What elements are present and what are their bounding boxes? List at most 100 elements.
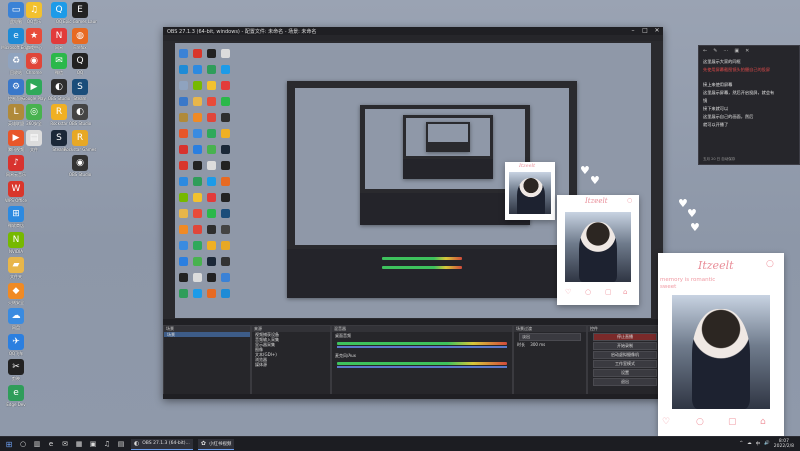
preview-shortcut-icon <box>221 273 230 282</box>
clock[interactable]: 8:07 2022/2/8 <box>774 439 794 449</box>
minimize-icon[interactable]: – <box>627 27 639 35</box>
studio-mode-button[interactable]: 工作室模式 <box>593 360 657 368</box>
taskbar-app-button[interactable]: ✿ 小红书视频 <box>197 438 235 450</box>
tray-icon[interactable]: 中 <box>756 441 761 447</box>
shortcut-label: QQ <box>76 70 84 75</box>
preview-shortcut-icon <box>207 241 216 250</box>
shortcut-label: Epic Games Launcher <box>63 19 97 24</box>
app-icon: E <box>72 2 88 18</box>
desktop-shortcut[interactable]: ◉ OBS Studio <box>64 155 96 185</box>
preview-shortcut-icon <box>221 145 230 154</box>
nested-preview-canvas-3 <box>406 118 490 156</box>
tray-icon[interactable]: 🔊 <box>764 441 770 447</box>
nested-docks-3 <box>403 159 493 179</box>
preview-shortcut-icon <box>207 193 216 202</box>
desktop: OBS 27.1.3 (64-bit, windows) - 配置文件: 未命名… <box>0 0 800 436</box>
note-line: 接下来就可以 <box>703 106 729 111</box>
preview-shortcut-icon <box>207 81 216 90</box>
preview-shortcut-icon <box>221 209 230 218</box>
mixer-track-name: 麦克风/Aux <box>335 353 356 358</box>
pinned-app-icon[interactable]: e <box>46 439 56 449</box>
shortcut-label: Edge Dev <box>6 401 26 407</box>
preview-shortcut-icon <box>207 49 216 58</box>
preview-shortcut-icon <box>193 65 202 74</box>
start-recording-button[interactable]: 开始录制 <box>593 342 657 350</box>
preview-shortcut-icon <box>221 81 230 90</box>
app-icon: ◐ <box>72 104 88 120</box>
note-toolbar-icon[interactable]: ✕ <box>745 48 749 56</box>
volume-meter <box>337 342 507 345</box>
app-icon: ✿ <box>200 440 206 447</box>
shortcut-label: 剪映 <box>12 376 20 381</box>
tray-icon[interactable]: ^ <box>739 441 743 447</box>
card-photo <box>565 212 631 282</box>
pinned-app-icon[interactable]: ▦ <box>74 439 84 449</box>
pinned-app-icon[interactable]: ▥ <box>32 439 42 449</box>
photo-card-tiny: Itzeelt <box>505 162 555 220</box>
note-toolbar-icon[interactable]: ⋯ <box>723 48 728 56</box>
note-toolbar-icon[interactable]: ✎ <box>713 48 717 56</box>
shortcut-label: OBS Studio <box>68 121 92 126</box>
stop-streaming-button[interactable]: 停止直播 <box>593 333 657 341</box>
preview-shortcut-icon <box>193 289 202 298</box>
taskbar-app-button[interactable]: ◐ OBS 27.1.3 (64-bit)... <box>131 438 193 450</box>
close-icon[interactable]: ✕ <box>651 27 663 35</box>
pinned-app-icon[interactable]: ○ <box>18 439 28 449</box>
nested-preview-canvas-2 <box>365 109 525 189</box>
pinned-app-icon[interactable]: ✉ <box>60 439 70 449</box>
card-subcaption: sweet <box>660 284 677 290</box>
note-toolbar-icon[interactable]: ← <box>703 48 707 56</box>
open-apps: ◐ OBS 27.1.3 (64-bit)... ✿ 小红书视频 <box>126 438 235 450</box>
app-icon: ◐ <box>134 440 140 447</box>
preview-shortcut-icon <box>193 145 202 154</box>
pinned-app-icon[interactable]: ▣ <box>88 439 98 449</box>
sources-dock: 来源 视频捕获设备 音频输入采集 显示器采集 图像 文本(GDI+) 浏览器 媒体源 <box>251 325 331 399</box>
preview-shortcut-icon <box>179 97 188 106</box>
source-item[interactable]: 媒体源 <box>252 362 330 367</box>
start-menu-icon[interactable]: ⊞ <box>4 439 14 449</box>
transition-type-select[interactable]: 淡出 <box>519 333 581 341</box>
search-icon: ○ <box>696 417 704 427</box>
note-line: 这里展示大家的同框 <box>703 59 741 64</box>
app-icon: ◉ <box>72 155 88 171</box>
settings-button[interactable]: 设置 <box>593 369 657 377</box>
scene-item[interactable]: 场景 <box>164 332 250 337</box>
app-icon: ◆ <box>8 282 24 299</box>
transition-duration[interactable]: 时长 300 ms <box>514 342 586 347</box>
card-brand: Itzeelt <box>585 197 608 205</box>
app-icon: ▤ <box>26 129 42 146</box>
tray-icon[interactable]: ☁ <box>747 441 752 447</box>
preview-shortcut-icon <box>193 193 202 202</box>
app-icon: ◉ <box>26 53 42 69</box>
app-icon: ▰ <box>8 257 24 273</box>
volume-slider[interactable] <box>337 366 507 368</box>
search-icon: ○ <box>766 259 774 269</box>
card-caption: memory is romantic <box>660 277 716 283</box>
note-toolbar-icon[interactable]: ▣ <box>734 48 739 56</box>
obs-status-bar <box>163 394 663 399</box>
pinned-app-icon[interactable]: ♫ <box>102 439 112 449</box>
volume-meter <box>337 362 507 365</box>
preview-shortcut-icon <box>193 161 202 170</box>
desktop-shortcut[interactable]: e Edge Dev <box>0 384 32 415</box>
app-label: 小红书视频 <box>208 441 232 447</box>
shortcut-label: 网盘 <box>12 325 20 330</box>
controls-dock: 控件 停止直播 开始录制 启动虚拟摄像机 工作室模式 设置 退出 <box>587 325 663 399</box>
sticky-note-window[interactable]: ← ✎ ⋯ ▣ ✕ 这里展示大家的同框 先使用屏幕截图镜头拍摄自己的投屏 接上来使用屏幕 这里… <box>698 45 800 165</box>
pinned-app-icon[interactable]: ▤ <box>116 439 126 449</box>
duration-value[interactable]: 300 ms <box>530 342 545 347</box>
shortcut-label: 网易云音乐 <box>6 172 26 177</box>
obs-dock-area: 场景 场景 来源 视频捕获设备 音频输入采集 显示器采集 图像 文本(GDI+) 浏览器媒… <box>163 325 663 399</box>
volume-slider[interactable] <box>337 346 507 348</box>
photo-card-small: Itzeelt ○ ♡ ○ ▢ ⌂ <box>557 195 639 305</box>
start-virtual-camera-button[interactable]: 启动虚拟摄像机 <box>593 351 657 359</box>
maximize-icon[interactable]: □ <box>639 27 651 35</box>
preview-shortcut-icon <box>221 65 230 74</box>
mixer-header: 混音器 <box>332 326 512 332</box>
obs-title-bar[interactable]: OBS 27.1.3 (64-bit, windows) - 配置文件: 未命名… <box>163 27 663 35</box>
preview-shortcut-icon <box>221 129 230 138</box>
preview-shortcut-icon <box>179 161 188 170</box>
exit-button[interactable]: 退出 <box>593 378 657 386</box>
obs-menu-bar[interactable] <box>163 35 663 41</box>
note-content[interactable]: 这里展示大家的同框 先使用屏幕截图镜头拍摄自己的投屏 接上来使用屏幕 这里展示屏幕，然… <box>699 58 799 129</box>
